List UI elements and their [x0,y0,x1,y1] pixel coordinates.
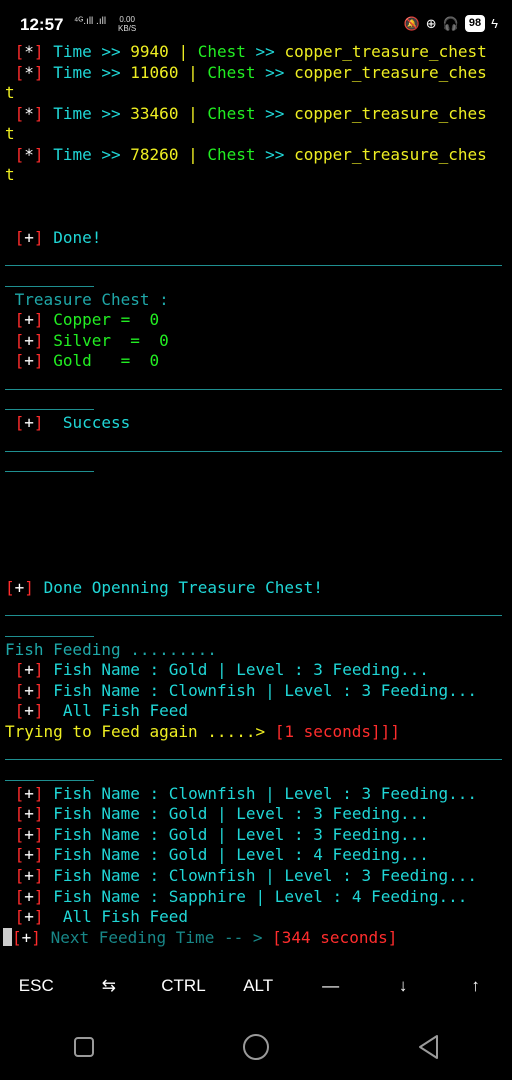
clock: 12:57 [20,15,64,34]
esc-key[interactable]: ESC [16,976,56,996]
tab-key[interactable]: ⇆ [89,976,129,996]
success-line: [+] Success [14,413,131,432]
divider [5,265,502,266]
nav-bar [0,1014,512,1080]
divider-short [5,409,94,410]
divider [5,615,502,616]
divider-short [5,780,94,781]
fish-line: [+] Fish Name : Clownfish | Level : 3 Fe… [14,784,478,803]
fish-feeding-title: Fish Feeding ......... [5,640,217,659]
log-line-wrap: t [5,83,15,102]
log-line: [*] Time >> 33460 | Chest >> copper_trea… [14,104,487,123]
status-icons: 🔕 ⊕ 🎧 98 ϟ [404,15,498,32]
back-icon[interactable] [417,1034,439,1060]
done-opening-line: [+] Done Openning Treasure Chest! [5,578,323,597]
vpn-icon: ⊕ [425,15,437,31]
fish-line: [+] Fish Name : Gold | Level : 3 Feeding… [14,825,429,844]
log-line-wrap: t [5,165,15,184]
copper-count: [+] Copper = 0 [14,310,160,329]
divider-short [5,286,94,287]
log-line-wrap: t [5,124,15,143]
terminal[interactable]: [*] Time >> 9940 | Chest >> copper_treas… [0,42,512,958]
fish-line: [+] Fish Name : Clownfish | Level : 3 Fe… [14,866,478,885]
log-line: [*] Time >> 11060 | Chest >> copper_trea… [14,63,487,82]
log-line: [*] Time >> 78260 | Chest >> copper_trea… [14,145,487,164]
fish-line: [+] Fish Name : Gold | Level : 4 Feeding… [14,845,429,864]
extra-keys-bar: ESC ⇆ CTRL ALT — ↓ ↑ [0,958,512,1014]
divider [5,451,502,452]
divider-short [5,636,94,637]
divider-short [5,471,94,472]
silver-count: [+] Silver = 0 [14,331,169,350]
mute-icon: 🔕 [403,15,420,31]
arrow-down-key[interactable]: ↓ [383,976,423,996]
all-fed-line: [+] All Fish Feed [14,907,189,926]
fish-line: [+] Fish Name : Clownfish | Level : 3 Fe… [14,681,478,700]
ctrl-key[interactable]: CTRL [161,976,205,996]
retry-line: Trying to Feed again .....> [1 seconds]]… [5,722,400,741]
arrow-up-key[interactable]: ↑ [456,976,496,996]
next-feeding-line: [+] Next Feeding Time -- > [344 seconds] [3,928,397,948]
fish-line: [+] Fish Name : Gold | Level : 3 Feeding… [14,804,429,823]
net-speed: 0.00 KB/S [118,15,137,33]
divider [5,759,502,760]
alt-key[interactable]: ALT [238,976,278,996]
cursor [3,928,12,946]
headset-icon: 🎧 [442,15,459,31]
divider [5,389,502,390]
battery-icon: 98 [464,15,486,32]
signal-icon: ⁴ᴳ.ıll .ıll [74,16,107,27]
fish-line: [+] Fish Name : Sapphire | Level : 4 Fee… [14,887,468,906]
done-line: [+] Done! [14,228,102,247]
gold-count: [+] Gold = 0 [14,351,160,370]
all-fed-line: [+] All Fish Feed [14,701,189,720]
home-icon[interactable] [242,1033,270,1061]
fish-line: [+] Fish Name : Gold | Level : 3 Feeding… [14,660,429,679]
dash-key[interactable]: — [311,976,351,996]
status-bar: 12:57 ⁴ᴳ.ıll .ıll 0.00 KB/S 🔕 ⊕ 🎧 98 ϟ [0,0,512,42]
charging-icon: ϟ [491,16,498,31]
treasure-title: Treasure Chest : [14,290,169,309]
log-line: [*] Time >> 9940 | Chest >> copper_treas… [14,42,487,61]
recents-icon[interactable] [73,1036,95,1058]
